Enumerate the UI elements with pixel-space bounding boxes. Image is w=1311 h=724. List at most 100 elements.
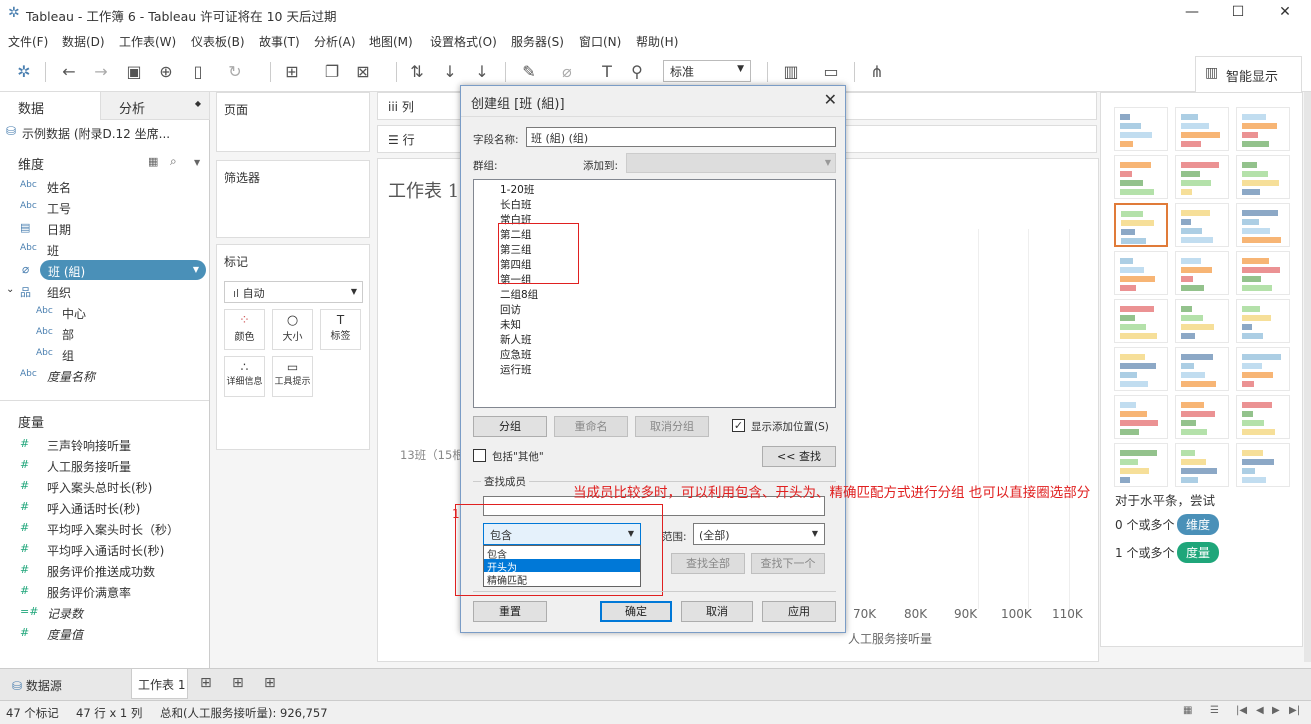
minimize-button[interactable]: — (1177, 4, 1207, 24)
list-item[interactable]: 新人班 (500, 332, 532, 347)
view-list-icon[interactable]: ▦ (148, 155, 158, 168)
chart-type-text-table[interactable] (1114, 107, 1168, 151)
menu-server[interactable]: 服务器(S) (511, 33, 564, 50)
group-button[interactable]: 分组 (473, 416, 547, 437)
chart-type-area-discrete[interactable] (1175, 347, 1229, 391)
list-item[interactable]: 1-20班 (500, 182, 534, 197)
search-icon[interactable]: ⌕ (170, 154, 177, 169)
chart-type-bullet-graph[interactable] (1175, 443, 1229, 487)
show-cards-icon[interactable]: ▥ (780, 62, 802, 82)
presentation-icon[interactable]: ▭ (820, 62, 842, 82)
fit-select[interactable]: 标准 ▼ (663, 60, 751, 82)
apply-button[interactable]: 应用 (762, 601, 836, 622)
new-worksheet-icon[interactable]: ⊞ (281, 62, 303, 82)
measure-item[interactable]: # 人工服务接听量 (0, 455, 208, 476)
field-center[interactable]: Abc 中心 (0, 302, 208, 323)
measure-item[interactable]: # 度量值 (0, 623, 208, 644)
first-sheet-icon[interactable]: |◀ (1236, 705, 1247, 716)
size-button[interactable]: ○ 大小 (272, 309, 313, 350)
add-to-select[interactable]: ▼ (626, 153, 836, 173)
menu-map[interactable]: 地图(M) (369, 33, 413, 50)
chart-type-symbol-map[interactable] (1114, 155, 1168, 199)
find-toggle-button[interactable]: << 查找 (762, 446, 836, 467)
chart-type-dual-lines[interactable] (1236, 299, 1290, 343)
list-item[interactable]: 回访 (500, 302, 521, 317)
measure-item[interactable]: # 平均呼入案头时长（秒） (0, 518, 208, 539)
tab-analysis[interactable]: 分析 ◆ (100, 92, 210, 120)
chart-type-lines-continuous[interactable] (1114, 299, 1168, 343)
filters-card[interactable]: 筛选器 (216, 160, 370, 238)
rename-button[interactable]: 重命名 (554, 416, 628, 437)
chart-type-histogram[interactable] (1175, 395, 1229, 439)
chart-type-area-continuous[interactable] (1114, 347, 1168, 391)
show-add-checkbox[interactable]: ✓ (732, 419, 745, 432)
menu-window[interactable]: 窗口(N) (579, 33, 621, 50)
reset-button[interactable]: 重置 (473, 601, 547, 622)
list-item[interactable]: 未知 (500, 317, 521, 332)
measure-item[interactable]: # 服务评价满意率 (0, 581, 208, 602)
measure-item[interactable]: # 服务评价推送成功数 (0, 560, 208, 581)
tooltip-button[interactable]: ▭ 工具提示 (272, 356, 313, 397)
fix-axes-icon[interactable]: ⚲ (626, 62, 648, 82)
group-list[interactable]: 1-20班 长白班 常白班 第二组 第三组 第四组 第一组 二组8组 回访 未知… (473, 179, 836, 408)
view-list-icon[interactable]: ☰ (1210, 705, 1219, 716)
group-members-icon[interactable]: ⌀ (556, 62, 578, 82)
chart-type-side-by-side-bars[interactable] (1236, 203, 1290, 247)
chart-type-gantt[interactable] (1114, 443, 1168, 487)
list-item[interactable]: 长白班 (500, 197, 532, 212)
new-story-icon[interactable]: ⊞ (264, 675, 276, 691)
field-team[interactable]: Abc 组 (0, 344, 208, 365)
measure-item[interactable]: =# 记录数 (0, 602, 208, 623)
measure-item[interactable]: # 呼入案头总时长(秒) (0, 476, 208, 497)
list-item[interactable]: 二组8组 (500, 287, 538, 302)
color-button[interactable]: ⁘ 颜色 (224, 309, 265, 350)
list-item[interactable]: 运行班 (500, 362, 532, 377)
sort-desc-icon[interactable]: ↓ (471, 62, 493, 82)
detail-button[interactable]: ∴ 详细信息 (224, 356, 265, 397)
prev-sheet-icon[interactable]: ◀ (1256, 705, 1264, 716)
field-class-group-selected[interactable]: 班 (組) ▼ (40, 260, 206, 280)
range-select[interactable]: (全部) ▼ (693, 523, 825, 545)
ungroup-button[interactable]: 取消分组 (635, 416, 709, 437)
field-org[interactable]: ⌄ 品 组织 (0, 281, 208, 302)
pause-update-icon[interactable]: ▯ (187, 62, 209, 82)
cancel-button[interactable]: 取消 (681, 601, 753, 622)
field-date[interactable]: ▤ 日期 (0, 218, 208, 239)
chart-type-pie-chart[interactable] (1236, 155, 1290, 199)
refresh-icon[interactable]: ↻ (224, 62, 246, 82)
clear-sheet-icon[interactable]: ⊠ (352, 62, 374, 82)
chart-type-side-by-side-circles[interactable] (1236, 251, 1290, 295)
chart-type-filled-map[interactable] (1175, 155, 1229, 199)
undo-icon[interactable]: ← (58, 62, 80, 82)
collapse-icon[interactable]: ⌄ (6, 284, 14, 295)
chart-type-packed-bubbles[interactable] (1236, 443, 1290, 487)
field-name-input[interactable]: 班 (組) (组) (526, 127, 836, 147)
measure-item[interactable]: # 平均呼入通话时长(秒) (0, 539, 208, 560)
chart-type-stacked-bars[interactable] (1175, 203, 1229, 247)
menu-worksheet[interactable]: 工作表(W) (119, 33, 176, 50)
show-me-button[interactable]: ▥ 智能显示 (1195, 56, 1302, 92)
close-window-button[interactable]: ✕ (1270, 4, 1300, 24)
list-item[interactable]: 应急班 (500, 347, 532, 362)
next-sheet-icon[interactable]: ▶ (1272, 705, 1280, 716)
menu-analysis[interactable]: 分析(A) (314, 33, 356, 50)
new-datasource-icon[interactable]: ⊕ (155, 62, 177, 82)
ok-button[interactable]: 确定 (600, 601, 672, 622)
field-class[interactable]: Abc 班 (0, 239, 208, 260)
chart-type-treemap[interactable] (1114, 251, 1168, 295)
field-name[interactable]: Abc 姓名 (0, 176, 208, 197)
chart-type-scatter-plot[interactable] (1114, 395, 1168, 439)
datasource-item[interactable]: ⛁ 示例数据 (附录D.12 坐席... (0, 120, 209, 144)
tab-datasource[interactable]: ⛁ 数据源 (4, 673, 114, 697)
dimensions-menu-icon[interactable]: ▼ (194, 158, 200, 167)
redo-icon[interactable]: → (90, 62, 112, 82)
field-measure-names[interactable]: Abc 度量名称 (0, 365, 208, 386)
field-id[interactable]: Abc 工号 (0, 197, 208, 218)
measure-item[interactable]: # 呼入通话时长(秒) (0, 497, 208, 518)
chart-type-circle-views[interactable] (1175, 251, 1229, 295)
include-other-checkbox[interactable] (473, 449, 486, 462)
tab-data[interactable]: 数据 (0, 92, 100, 120)
chart-type-highlight-table[interactable] (1236, 107, 1290, 151)
field-dept[interactable]: Abc 部 (0, 323, 208, 344)
new-dashboard-icon[interactable]: ⊞ (232, 675, 244, 691)
